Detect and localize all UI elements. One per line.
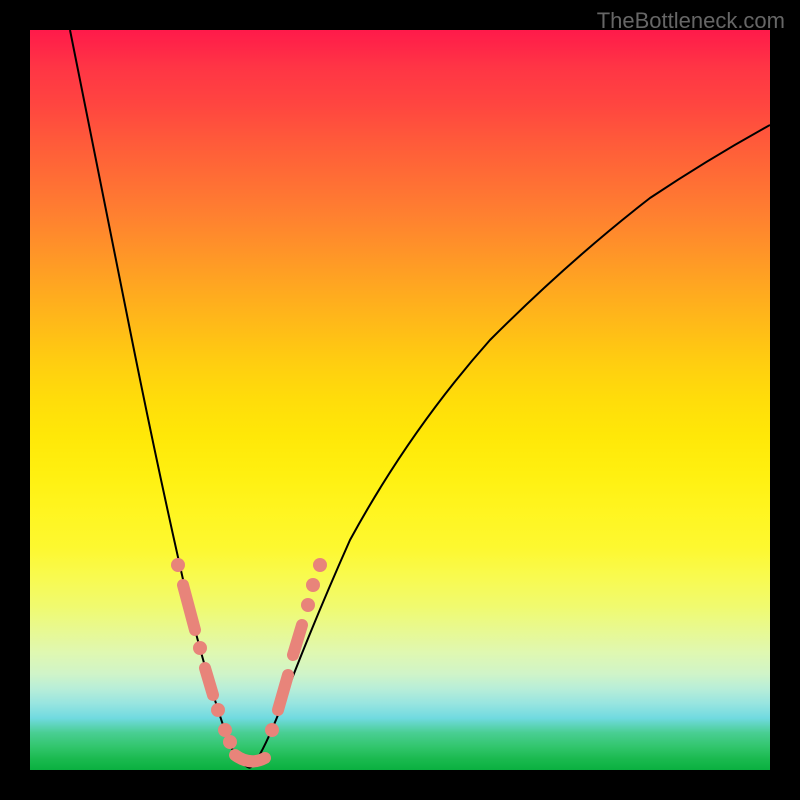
marker-dot — [313, 558, 327, 572]
left-curve — [70, 30, 250, 768]
marker-segment — [235, 755, 265, 761]
watermark-text: TheBottleneck.com — [597, 8, 785, 34]
chart-container — [30, 30, 770, 770]
marker-dot — [301, 598, 315, 612]
marker-dot — [223, 735, 237, 749]
marker-segment — [293, 625, 302, 655]
marker-segment — [183, 585, 195, 630]
marker-dot — [193, 641, 207, 655]
chart-svg — [30, 30, 770, 770]
marker-segment — [278, 675, 288, 710]
right-curve — [250, 125, 770, 768]
marker-dot — [171, 558, 185, 572]
marker-dot — [265, 723, 279, 737]
marker-dot — [211, 703, 225, 717]
marker-segment — [205, 668, 213, 695]
marker-dot — [306, 578, 320, 592]
marker-dot — [218, 723, 232, 737]
